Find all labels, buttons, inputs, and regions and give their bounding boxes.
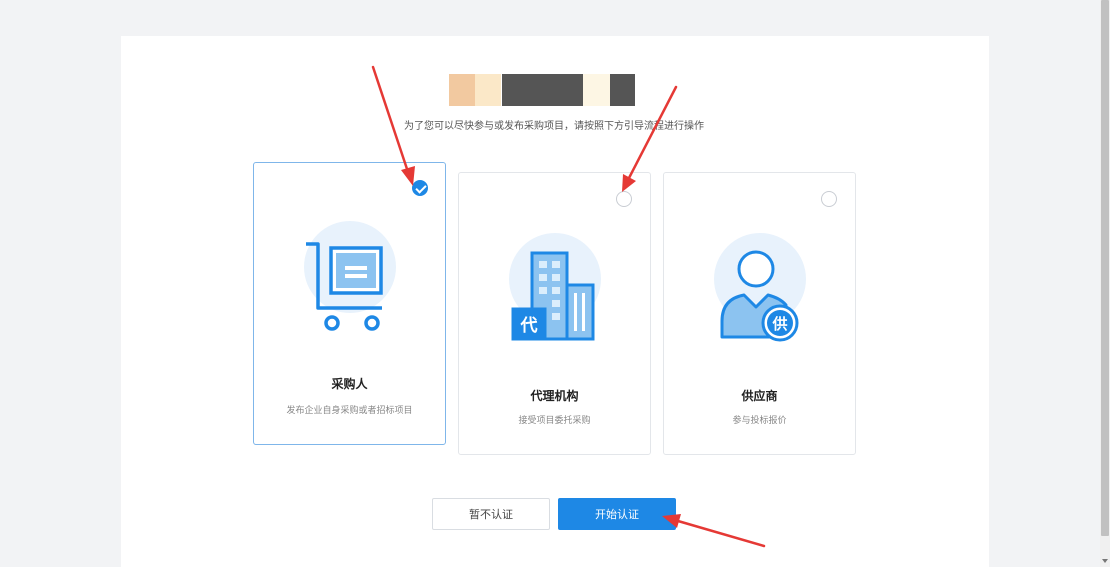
card-title: 供应商	[741, 389, 778, 403]
scrollbar-thumb[interactable]	[1101, 0, 1109, 536]
shopping-cart-icon	[304, 221, 396, 331]
card-title: 代理机构	[530, 389, 579, 403]
card-title: 采购人	[331, 377, 368, 391]
supplier-badge-text: 供	[771, 315, 787, 333]
radio-unchecked-icon[interactable]	[821, 191, 837, 207]
logo-block	[610, 74, 635, 106]
scroll-down-arrow-icon[interactable]	[1102, 559, 1108, 563]
supplier-user-icon: 供	[714, 233, 806, 342]
card-description: 参与投标报价	[732, 415, 787, 425]
logo-block	[449, 74, 475, 106]
role-card-agency[interactable]: 代 代理机构 接受项目委托采购	[458, 172, 651, 455]
page-subtitle: 为了您可以尽快参与或发布采购项目，请按照下方引导流程进行操作	[404, 121, 704, 132]
card-description: 接受项目委托采购	[518, 415, 591, 425]
vertical-scrollbar[interactable]	[1100, 0, 1110, 567]
start-verification-button[interactable]: 开始认证	[558, 498, 676, 530]
card-description: 发布企业自身采购或者招标项目	[286, 405, 413, 415]
logo-block	[502, 74, 583, 106]
building-icon: 代	[509, 233, 601, 341]
role-card-purchaser[interactable]: 采购人 发布企业自身采购或者招标项目	[253, 162, 446, 445]
logo-block	[475, 74, 501, 106]
radio-checked-icon[interactable]	[412, 180, 428, 196]
logo-block	[583, 74, 610, 106]
radio-unchecked-icon[interactable]	[616, 191, 632, 207]
role-card-supplier[interactable]: 供 供应商 参与投标报价	[663, 172, 856, 455]
skip-verification-button[interactable]: 暂不认证	[432, 498, 550, 530]
redacted-logo	[449, 74, 635, 106]
agency-badge-text: 代	[520, 315, 538, 336]
